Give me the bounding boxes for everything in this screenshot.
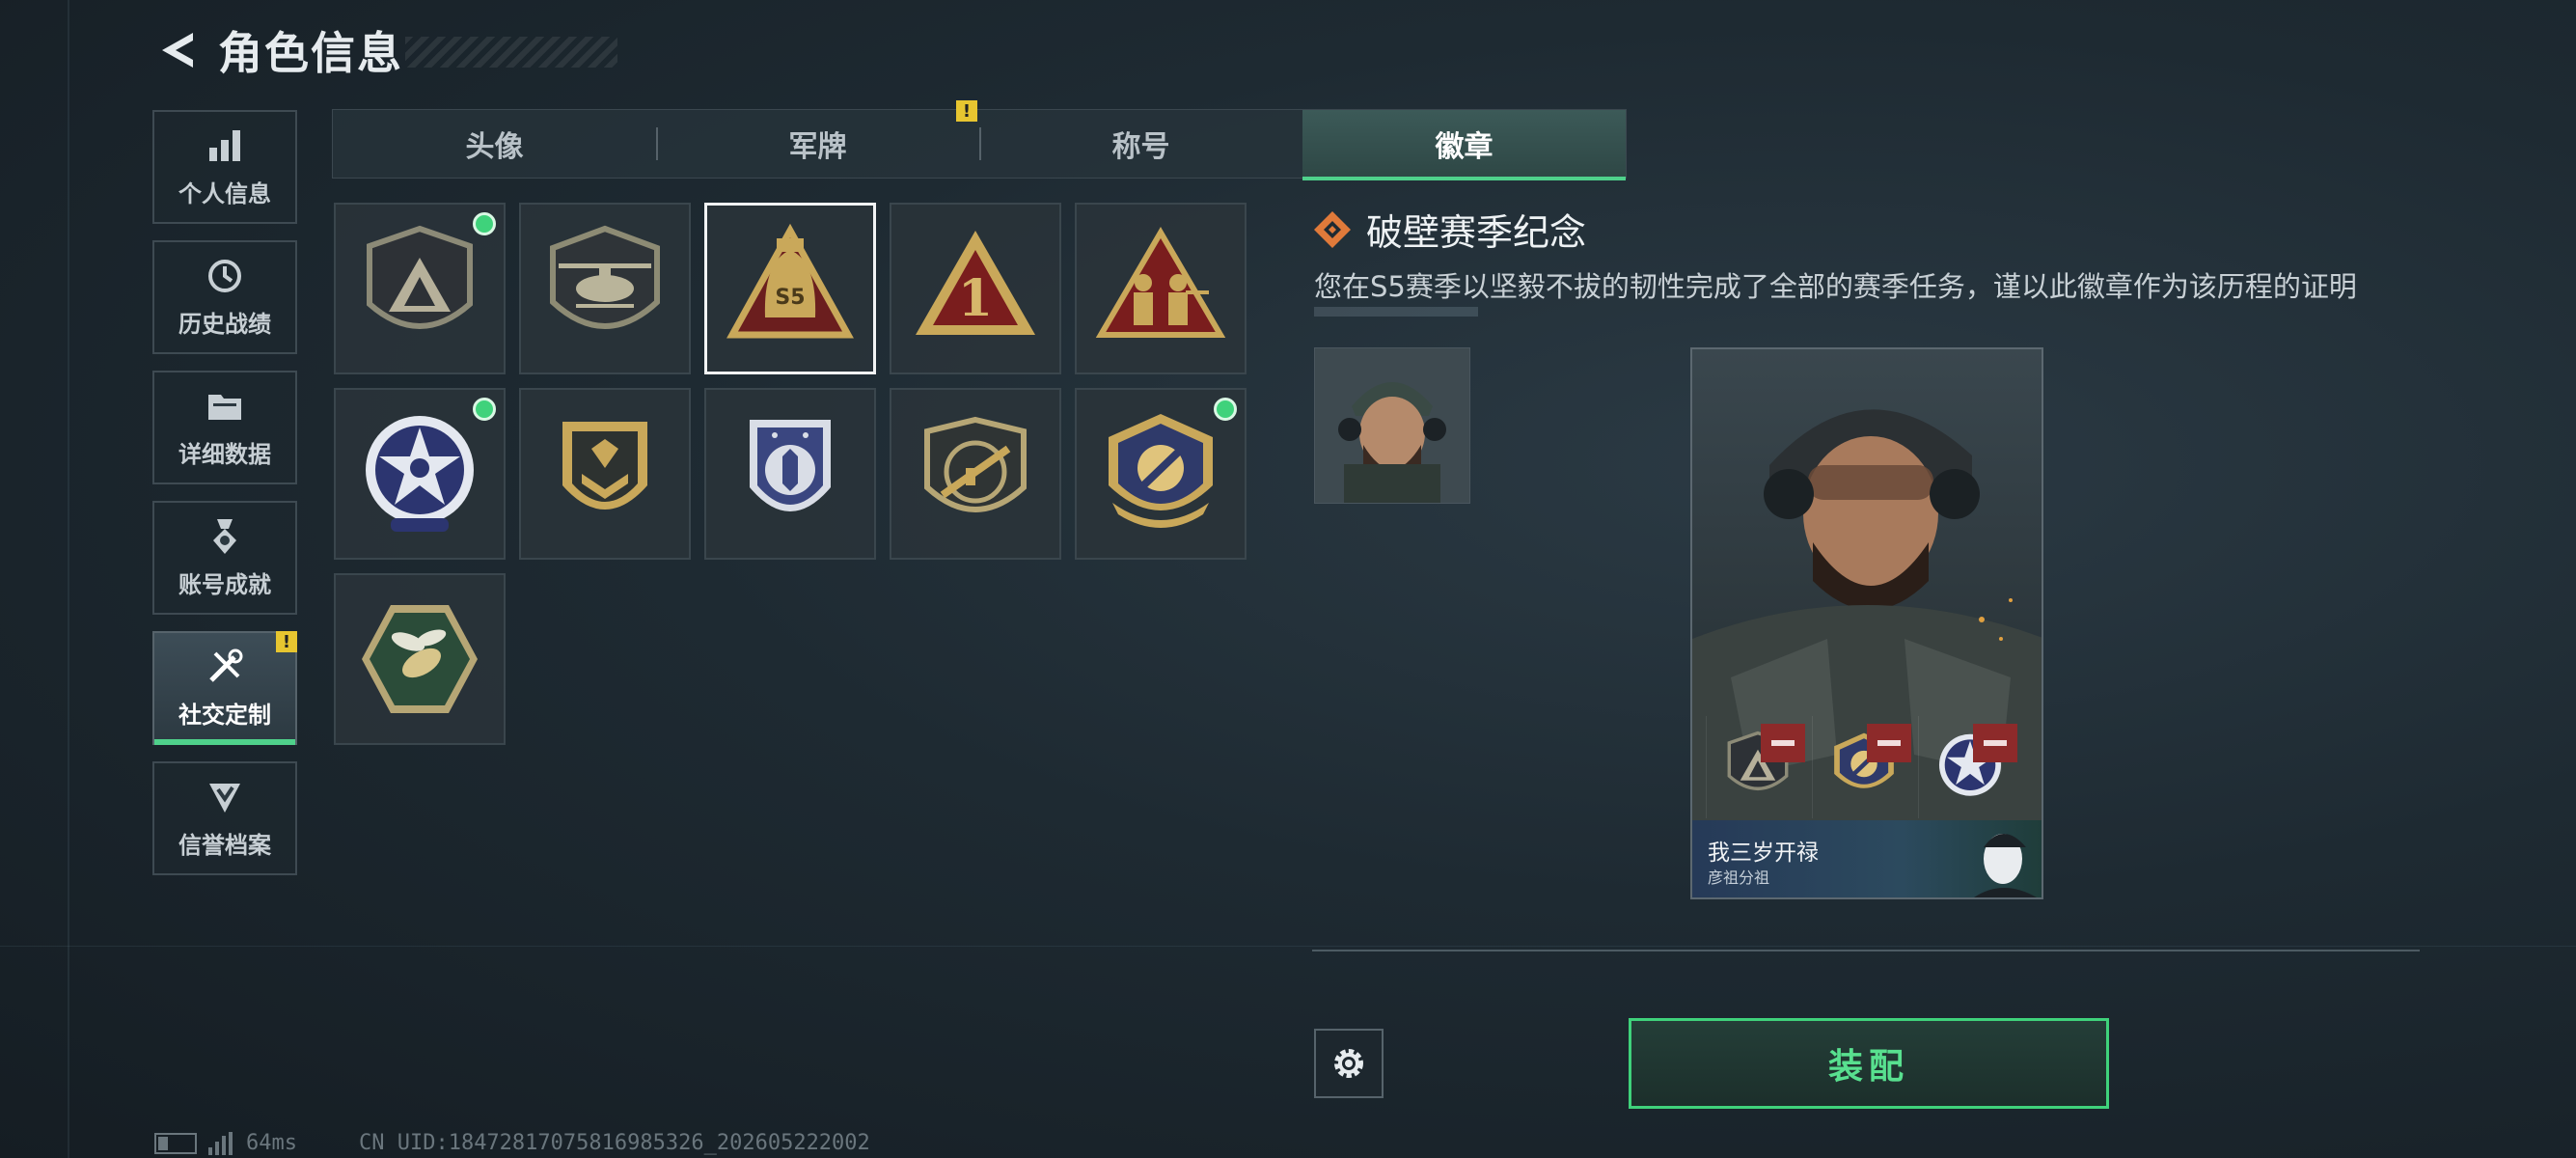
page-title: 角色信息 xyxy=(218,27,403,79)
shield-check-icon xyxy=(209,783,240,813)
rifle-badge-icon xyxy=(924,416,1027,512)
badge-item[interactable] xyxy=(890,388,1061,560)
equipped-indicator xyxy=(473,398,496,421)
player-name: 我三岁开禄 xyxy=(1708,841,1819,866)
character-card: 我三岁开禄 彦祖分祖 xyxy=(1690,347,2043,899)
blue-crest-badge-icon xyxy=(750,420,831,511)
helicopter-badge-icon xyxy=(550,225,660,329)
equipped-badge-slot[interactable] xyxy=(1706,716,1809,818)
star-alien-badge-icon xyxy=(366,416,474,532)
soldier-avatar-icon xyxy=(1315,348,1469,503)
sidebar-item-label: 历史战绩 xyxy=(178,310,271,338)
diamond-badge-icon xyxy=(1314,210,1351,248)
badge-grid: S5 1 xyxy=(334,203,1250,745)
divider xyxy=(1312,950,2420,951)
uid-text: CN UID:18472817075816985326_202605222002 xyxy=(358,1131,870,1155)
settings-button[interactable] xyxy=(1314,1029,1384,1098)
sidebar-item-label: 信誉档案 xyxy=(178,831,271,859)
medal-icon xyxy=(213,518,236,554)
remove-badge-icon[interactable] xyxy=(1867,724,1911,762)
badge-text: 1 xyxy=(958,269,993,328)
wasp-badge-icon xyxy=(362,605,478,713)
bg-grid-line xyxy=(68,0,69,1158)
badge-detail-description: 您在S5赛季以坚毅不拔的韧性完成了全部的赛季任务，谨以此徽章作为该历程的证明 xyxy=(1314,270,2357,303)
gold-rocket-badge-icon xyxy=(1109,414,1213,528)
ping-value: 64ms xyxy=(246,1131,297,1155)
badge-item[interactable] xyxy=(1075,203,1247,374)
sidebar-item-label: 社交定制 xyxy=(178,701,271,729)
badge-item[interactable] xyxy=(334,573,506,745)
sidebar-item-label: 个人信息 xyxy=(178,179,271,207)
description-scrollbar xyxy=(1314,307,1478,317)
tab-label: 军牌 xyxy=(788,130,847,164)
tab-dog-tag[interactable]: 军牌 ! xyxy=(656,100,979,178)
badge-item[interactable] xyxy=(334,388,506,560)
remove-badge-icon[interactable] xyxy=(1973,724,2017,762)
alert-badge: ! xyxy=(276,631,297,652)
chevron-shield-badge-icon xyxy=(562,422,647,510)
avatar xyxy=(1314,347,1470,504)
alert-badge: ! xyxy=(956,100,977,122)
equipped-indicator xyxy=(1214,398,1237,421)
tab-avatar[interactable]: 头像 xyxy=(333,110,656,178)
tools-icon xyxy=(209,648,243,682)
bar-chart-icon xyxy=(209,129,240,161)
page-header: 角色信息 xyxy=(154,21,403,79)
battery-icon xyxy=(154,1132,197,1154)
badge-item[interactable] xyxy=(519,388,691,560)
group-name: 彦祖分祖 xyxy=(1708,868,1770,887)
equipped-badge-slot[interactable] xyxy=(1918,716,2021,818)
badge-item[interactable] xyxy=(1075,388,1247,560)
badge-item[interactable] xyxy=(519,203,691,374)
sidebar-item-social-custom[interactable]: 社交定制 ! xyxy=(152,631,297,745)
badge-item[interactable] xyxy=(704,388,876,560)
badge-text: S5 xyxy=(775,286,805,310)
remove-badge-icon[interactable] xyxy=(1761,724,1805,762)
title-decoration xyxy=(405,37,617,68)
dog-tag-banner: 我三岁开禄 彦祖分祖 xyxy=(1692,820,2042,897)
tab-title[interactable]: 称号 xyxy=(979,110,1302,178)
sidebar-item-detailed-data[interactable]: 详细数据 xyxy=(152,371,297,484)
sidebar-item-label: 账号成就 xyxy=(178,570,271,598)
triangle-shield-badge-icon xyxy=(367,225,473,329)
celebrity-portrait-icon xyxy=(1974,834,2037,897)
s5-bell-badge-icon: S5 xyxy=(726,223,854,339)
tab-bar: 头像 军牌 ! 称号 徽章 xyxy=(332,100,1627,180)
badge-detail-title: 破壁赛季纪念 xyxy=(1366,211,1587,254)
status-bar: 64ms CN UID:18472817075816985326_2026052… xyxy=(154,1131,870,1155)
sidebar-item-achievements[interactable]: 账号成就 xyxy=(152,501,297,615)
equipped-indicator xyxy=(473,212,496,235)
badge-item[interactable]: 1 xyxy=(890,203,1061,374)
bg-grid-line xyxy=(0,946,2576,947)
soldiers-badge-icon xyxy=(1095,227,1226,338)
sidebar-item-history[interactable]: 历史战绩 xyxy=(152,240,297,354)
number-one-badge-icon: 1 xyxy=(916,231,1035,335)
tab-badge[interactable]: 徽章 xyxy=(1302,110,1626,180)
back-arrow-icon[interactable] xyxy=(154,27,201,73)
badge-detail-header: 破壁赛季纪念 xyxy=(1312,203,1586,256)
gear-icon xyxy=(1334,1049,1363,1078)
equip-button[interactable]: 装配 xyxy=(1629,1018,2109,1109)
folder-icon xyxy=(208,394,241,420)
sidebar-item-label: 详细数据 xyxy=(178,440,271,468)
badge-item[interactable]: S5 xyxy=(704,203,876,374)
sidebar-item-personal-info[interactable]: 个人信息 xyxy=(152,110,297,224)
sidebar: 个人信息 历史战绩 详细数据 账号成就 社交定制 ! 信誉档案 xyxy=(152,110,301,892)
clock-history-icon xyxy=(208,259,241,292)
signal-icon xyxy=(208,1131,233,1155)
badge-item[interactable] xyxy=(334,203,506,374)
equipped-badge-slot[interactable] xyxy=(1812,716,1915,818)
sidebar-item-credit[interactable]: 信誉档案 xyxy=(152,761,297,875)
